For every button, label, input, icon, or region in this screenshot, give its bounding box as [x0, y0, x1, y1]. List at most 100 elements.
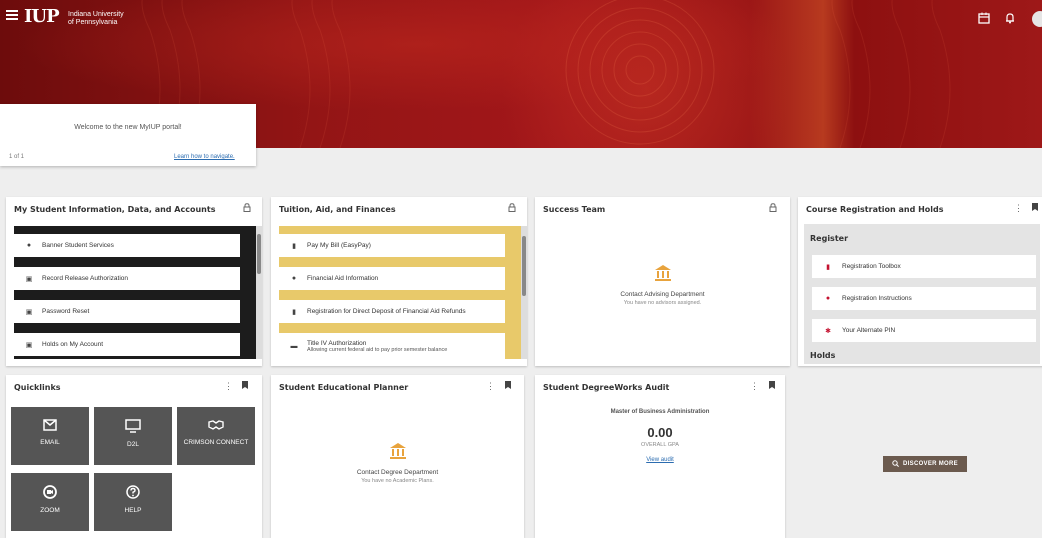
bookmark-icon[interactable]: [1032, 203, 1038, 213]
item-label: Registration Instructions: [842, 295, 912, 302]
learn-navigate-link[interactable]: Learn how to navigate.: [174, 154, 235, 160]
gpa-label: OVERALL GPA: [641, 442, 679, 448]
card-title: Success Team: [543, 205, 606, 214]
monitor-icon: [94, 419, 172, 437]
iup-logo[interactable]: IUP: [24, 8, 60, 26]
lock-icon: ▣: [25, 308, 33, 316]
more-options-icon[interactable]: ⋮: [486, 381, 495, 391]
scroll-thumb[interactable]: [257, 234, 261, 274]
gpa-value: 0.00: [647, 425, 673, 440]
tile-label: EMAIL: [40, 439, 60, 446]
educational-planner-card: Student Educational Planner ⋮ Contact De…: [271, 375, 524, 538]
degree-contact: Contact Degree Department: [356, 469, 439, 476]
holds-heading: Holds: [810, 351, 836, 360]
handshake-icon: [177, 419, 255, 435]
student-info-card: My Student Information, Data, and Accoun…: [6, 197, 262, 366]
discover-label: DISCOVER MORE: [903, 461, 958, 467]
help-icon: [94, 485, 172, 503]
degreeworks-content: Master of Business Administration 0.00 O…: [535, 409, 785, 466]
document-icon: ▮: [826, 263, 830, 271]
item-text: Title IV Authorization Allowing current f…: [307, 340, 447, 353]
item-sublabel: Allowing current federal aid to pay prio…: [307, 346, 448, 353]
success-team-card: Success Team Contact Advising Department…: [535, 197, 790, 366]
list-item[interactable]: ● Registration Instructions: [812, 287, 1036, 310]
more-options-icon[interactable]: ⋮: [224, 381, 233, 391]
planner-content: Contact Degree Department You have no Ac…: [271, 442, 524, 484]
scrollbar[interactable]: [521, 226, 527, 359]
item-label: Your Alternate PIN: [842, 327, 896, 334]
list-item[interactable]: ● Financial Aid Information: [279, 267, 505, 290]
top-bar: IUP Indiana University of Pennsylvania: [0, 0, 1042, 36]
lock-icon[interactable]: [769, 203, 777, 214]
bell-icon[interactable]: [1003, 12, 1017, 26]
item-label: Title IV Authorization: [307, 339, 367, 347]
list-item[interactable]: ✱ Your Alternate PIN: [812, 319, 1036, 342]
item-label: Record Release Authorization: [42, 275, 128, 282]
scroll-thumb[interactable]: [522, 236, 526, 296]
list-item[interactable]: ▮ Pay My Bill (EasyPay): [279, 234, 505, 257]
bookmark-icon[interactable]: [769, 381, 775, 391]
lock-icon: ▣: [25, 275, 33, 283]
list-item[interactable]: ● Banner Student Services: [14, 234, 240, 257]
list-item[interactable]: ▮ Registration for Direct Deposit of Fina…: [279, 300, 505, 323]
card-icon: ▬: [290, 342, 298, 350]
item-label: Pay My Bill (EasyPay): [307, 242, 371, 249]
list-item[interactable]: ▮ Registration Toolbox: [812, 255, 1036, 278]
asterisk-icon: ✱: [825, 327, 831, 335]
view-audit-link[interactable]: View audit: [646, 457, 674, 463]
welcome-card: Welcome to the new MyIUP portal! 1 of 1 …: [0, 104, 256, 166]
lock-icon[interactable]: [508, 203, 516, 214]
card-title: My Student Information, Data, and Accoun…: [14, 205, 216, 214]
quicklink-email[interactable]: EMAIL: [11, 407, 89, 465]
card-title: Quicklinks: [14, 383, 61, 392]
more-options-icon[interactable]: ⋮: [1014, 203, 1023, 213]
welcome-message: Welcome to the new MyIUP portal!: [74, 124, 182, 131]
list-item[interactable]: ▣ Record Release Authorization: [14, 267, 240, 290]
quicklinks-card: Quicklinks ⋮ EMAIL D2L CRIMSON CONNECT Z…: [6, 375, 262, 538]
list-item[interactable]: ▣ Password Reset: [14, 300, 240, 323]
bookmark-icon[interactable]: [505, 381, 511, 391]
quicklink-zoom[interactable]: ZOOM: [11, 473, 89, 531]
degree-name: Master of Business Administration: [610, 409, 710, 415]
item-label: Financial Aid Information: [307, 275, 379, 282]
bookmark-icon[interactable]: [242, 381, 248, 391]
card-title: Course Registration and Holds: [806, 205, 944, 214]
menu-icon[interactable]: [6, 10, 18, 20]
item-label: Holds on My Account: [42, 341, 104, 348]
quicklink-d2l[interactable]: D2L: [94, 407, 172, 465]
tile-label: HELP: [124, 507, 142, 514]
list-item[interactable]: ▬ Title IV Authorization Allowing current …: [279, 333, 505, 359]
tile-label: D2L: [127, 441, 139, 448]
tile-label: ZOOM: [40, 507, 60, 514]
logo-text: Indiana University of Pennsylvania: [68, 11, 124, 27]
registration-panel: Register ▮ Registration Toolbox ● Registra…: [804, 224, 1040, 364]
zoom-icon: [11, 485, 89, 503]
discover-more-button[interactable]: DISCOVER MORE: [883, 456, 967, 472]
welcome-pager: 1 of 1: [9, 154, 25, 160]
more-options-icon[interactable]: ⋮: [750, 381, 759, 391]
course-registration-card: Course Registration and Holds ⋮ Register…: [798, 197, 1042, 366]
quicklink-crimson-connect[interactable]: CRIMSON CONNECT: [177, 407, 255, 465]
scrollbar[interactable]: [256, 226, 262, 359]
info-icon: ●: [26, 242, 32, 249]
item-label: Registration for Direct Deposit of Finan…: [307, 308, 466, 315]
logo-line-2: of Pennsylvania: [68, 19, 118, 26]
card-title: Student DegreeWorks Audit: [543, 383, 670, 392]
advisors-status: You have no advisors assigned.: [623, 300, 702, 306]
success-team-content: Contact Advising Department You have no …: [535, 264, 790, 306]
calendar-icon[interactable]: [977, 12, 991, 26]
card-title: Tuition, Aid, and Finances: [279, 205, 396, 214]
item-label: Banner Student Services: [42, 242, 114, 249]
lock-icon[interactable]: [243, 203, 251, 214]
lock-icon: ▣: [25, 341, 33, 349]
list-item[interactable]: ▣ Holds on My Account: [14, 333, 240, 356]
avatar[interactable]: [1032, 11, 1042, 27]
info-icon: ●: [291, 275, 297, 282]
document-icon: ▮: [292, 308, 296, 316]
email-icon: [11, 419, 89, 435]
tuition-card: Tuition, Aid, and Finances ▮ Pay My Bill …: [271, 197, 527, 366]
register-heading: Register: [810, 234, 849, 243]
plans-status: You have no Academic Plans.: [361, 478, 434, 484]
item-label: Registration Toolbox: [842, 263, 901, 270]
quicklink-help[interactable]: HELP: [94, 473, 172, 531]
